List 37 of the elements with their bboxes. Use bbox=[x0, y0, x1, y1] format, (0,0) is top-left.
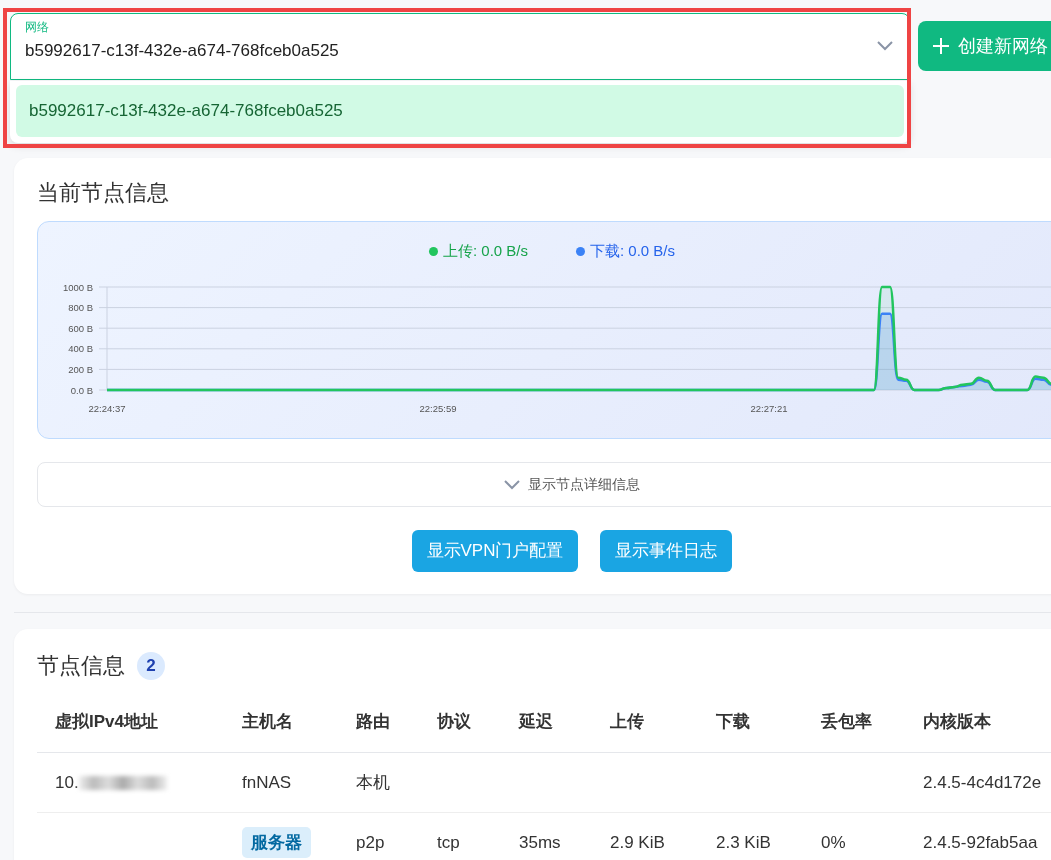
column-header: 延迟 bbox=[501, 692, 592, 752]
column-header: 上传 bbox=[592, 692, 698, 752]
select-value: b5992617-c13f-432e-a674-768fceb0a525 bbox=[25, 40, 340, 62]
table-cell: 2.4.5-4c4d172e bbox=[923, 772, 1042, 792]
table-cell: fnNAS bbox=[242, 772, 292, 792]
field-label: 网络 bbox=[25, 19, 50, 36]
legend-item: 上传: 0.0 B/s bbox=[428, 240, 528, 272]
column-header: 下载 bbox=[698, 692, 803, 752]
column-header: 主机名 bbox=[224, 692, 338, 752]
table-cell: 2.3 KiB bbox=[716, 833, 771, 852]
card-title: 当前节点信息 bbox=[37, 179, 170, 207]
axis-label: 800 B bbox=[68, 302, 93, 314]
axis-label: 22:24:37 bbox=[88, 403, 126, 414]
table-cell: 10. bbox=[55, 772, 79, 792]
table-cell: p2p bbox=[356, 833, 385, 852]
column-header: 路由 bbox=[338, 692, 419, 752]
axis-label: 0.0 B bbox=[70, 384, 93, 396]
table-cell: 本机 bbox=[356, 772, 390, 792]
table-cell: 2.4.5-92fab5aa bbox=[923, 833, 1038, 852]
column-header: 协议 bbox=[419, 692, 501, 752]
legend-item: 下载: 0.0 B/s bbox=[576, 240, 676, 272]
axis-label: 1000 B bbox=[62, 281, 93, 293]
table-cell: 2.9 KiB bbox=[610, 833, 665, 852]
column-header: 虚拟IPv4地址 bbox=[37, 692, 224, 752]
table-cell: 0% bbox=[821, 833, 846, 852]
axis-label: 400 B bbox=[68, 343, 93, 355]
column-header: 内核版本 bbox=[905, 692, 1051, 752]
axis-label: 22:25:59 bbox=[419, 403, 457, 414]
role-tag: 服务器 bbox=[242, 827, 311, 858]
card-title: 节点信息 bbox=[37, 652, 125, 680]
table-cell: tcp bbox=[437, 833, 460, 852]
table-cell: 35ms bbox=[519, 833, 561, 852]
axis-label: 22:27:21 bbox=[750, 403, 788, 414]
column-header: 丢包率 bbox=[803, 692, 905, 752]
count-badge: 2 bbox=[137, 651, 165, 680]
axis-label: 600 B bbox=[68, 322, 93, 334]
axis-label: 200 B bbox=[68, 363, 93, 375]
